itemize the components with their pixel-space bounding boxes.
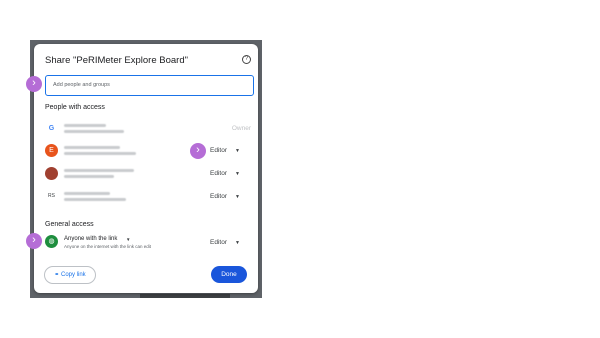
- done-button[interactable]: Done: [211, 266, 247, 283]
- person-email: [64, 152, 136, 155]
- general-access-row: ◍ Anyone with the link ▼ Anyone on the i…: [45, 235, 245, 251]
- person-row: E Editor ▼: [45, 144, 245, 160]
- globe-icon: ◍: [45, 235, 58, 248]
- person-name: [64, 169, 134, 172]
- person-row-owner: G Owner: [45, 122, 251, 138]
- share-dialog: Share "PeRIMeter Explore Board" ? Add pe…: [34, 44, 258, 293]
- person-name: [64, 124, 106, 127]
- role-owner: Owner: [231, 125, 251, 132]
- person-name: [64, 192, 110, 195]
- background-footer: [140, 294, 230, 298]
- caret-down-icon[interactable]: ▼: [235, 171, 240, 177]
- people-heading: People with access: [45, 104, 105, 111]
- dialog-title: Share "PeRIMeter Explore Board": [45, 55, 188, 66]
- caret-down-icon[interactable]: ▼: [126, 237, 130, 242]
- general-desc: Anyone on the internet with the link can…: [64, 244, 152, 249]
- add-people-input[interactable]: Add people and groups: [45, 75, 254, 96]
- person-row: Editor ▼: [45, 167, 245, 183]
- general-scope[interactable]: Anyone with the link: [64, 236, 117, 242]
- marker-general-access: ›: [26, 233, 42, 249]
- person-email: [64, 198, 126, 201]
- caret-down-icon[interactable]: ▼: [235, 240, 240, 246]
- role-dropdown[interactable]: Editor: [210, 239, 227, 246]
- help-icon[interactable]: ?: [242, 55, 251, 64]
- role-dropdown[interactable]: Editor: [210, 147, 227, 154]
- person-name: [64, 146, 120, 149]
- caret-down-icon[interactable]: ▼: [235, 194, 240, 200]
- avatar: [45, 167, 58, 180]
- person-email: [64, 175, 114, 178]
- general-heading: General access: [45, 221, 94, 228]
- marker-add-people: ›: [26, 76, 42, 92]
- marker-editor: ›: [190, 143, 206, 159]
- copy-link-button[interactable]: ⚭ Copy link: [44, 266, 96, 284]
- caret-down-icon[interactable]: ▼: [235, 148, 240, 154]
- avatar: E: [45, 144, 58, 157]
- avatar: RS: [45, 190, 58, 203]
- link-icon: ⚭: [54, 272, 60, 278]
- role-dropdown[interactable]: Editor: [210, 170, 227, 177]
- person-row: RS Editor ▼: [45, 190, 245, 206]
- person-email: [64, 130, 124, 133]
- role-dropdown[interactable]: Editor: [210, 193, 227, 200]
- google-avatar-icon: G: [45, 122, 58, 135]
